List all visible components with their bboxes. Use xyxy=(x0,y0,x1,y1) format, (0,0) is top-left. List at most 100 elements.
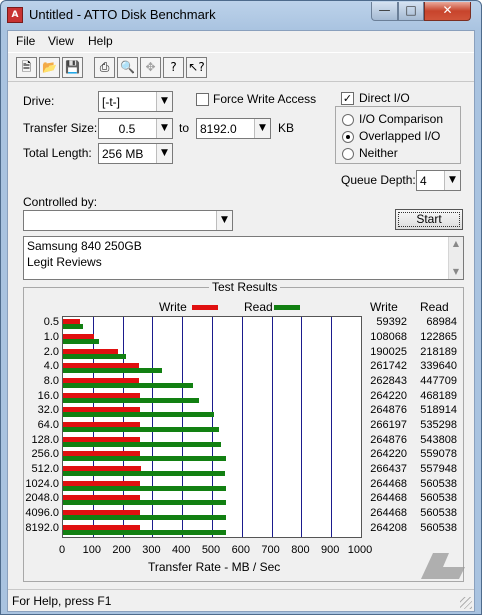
chevron-down-icon: ▼ xyxy=(254,119,270,138)
transfer-size-label: 0.5 xyxy=(43,316,59,329)
write-value: 264468 xyxy=(370,492,407,505)
status-text: For Help, press F1 xyxy=(12,594,112,608)
radio-neither[interactable] xyxy=(342,148,354,160)
scroll-down-icon[interactable]: ▼ xyxy=(449,265,463,279)
read-bar xyxy=(63,353,127,359)
controlled-by-select[interactable]: ▼ xyxy=(23,210,233,231)
read-value: 518914 xyxy=(420,404,457,417)
total-length-value: 256 MB xyxy=(102,147,144,161)
new-icon[interactable]: 🗎 xyxy=(16,57,37,78)
chevron-down-icon: ▼ xyxy=(156,144,172,163)
transfer-size-label: 512.0 xyxy=(31,463,59,475)
read-column-header: Read xyxy=(420,300,449,314)
queue-depth-select[interactable]: 4 ▼ xyxy=(416,170,461,191)
gridline xyxy=(242,317,243,537)
write-value: 264876 xyxy=(370,433,407,446)
read-value: 122865 xyxy=(420,331,457,343)
description-textarea[interactable]: Samsung 840 250GB Legit Reviews ▲ ▼ xyxy=(23,236,464,280)
test-results-title: Test Results xyxy=(209,280,281,294)
write-value: 266437 xyxy=(370,463,407,475)
read-value: 68984 xyxy=(426,316,457,329)
read-bar xyxy=(63,500,227,506)
transfer-from-value: 0.5 xyxy=(118,122,136,136)
write-value: 264468 xyxy=(370,477,407,490)
write-value: 264876 xyxy=(370,404,407,417)
print-icon[interactable]: ⎙ xyxy=(94,57,115,78)
title-bar[interactable]: A Untitled - ATTO Disk Benchmark — □ ✕ xyxy=(1,1,481,29)
atto-app-icon: A xyxy=(7,7,23,23)
total-length-select[interactable]: 256 MB ▼ xyxy=(98,143,173,164)
print-preview-icon[interactable]: 🔍 xyxy=(117,57,138,78)
gridline xyxy=(272,317,273,537)
read-value: 543808 xyxy=(420,433,457,446)
direct-io-checkbox[interactable]: ✓ xyxy=(341,92,354,105)
read-value: 560538 xyxy=(420,492,457,505)
read-bar xyxy=(63,529,227,535)
help-icon[interactable]: ? xyxy=(163,57,184,78)
x-tick-label: 700 xyxy=(261,544,280,556)
read-bar xyxy=(63,397,200,403)
gridline xyxy=(331,317,332,537)
controlled-by-label: Controlled by: xyxy=(23,195,98,209)
transfer-size-label: 16.0 xyxy=(37,389,59,402)
menu-help[interactable]: Help xyxy=(88,34,113,48)
menu-view[interactable]: View xyxy=(48,34,74,48)
read-bar xyxy=(63,412,214,418)
menu-file[interactable]: File xyxy=(16,34,35,48)
radio-overlapped-io[interactable] xyxy=(342,131,354,143)
transfer-size-to-select[interactable]: 8192.0 ▼ xyxy=(196,118,271,139)
menu-bar: File View Help xyxy=(8,31,474,51)
transfer-size-label: 32.0 xyxy=(37,404,59,417)
gridline xyxy=(301,317,302,537)
x-tick-label: 0 xyxy=(58,544,66,556)
chevron-down-icon: ▼ xyxy=(444,171,460,190)
client-area: File View Help 🗎 📂 💾 ⎙ 🔍 ✥ ? ↖? Drive: [… xyxy=(7,30,475,612)
transfer-size-label: 128.0 xyxy=(31,433,59,446)
chevron-down-icon: ▼ xyxy=(216,211,232,230)
write-value: 108068 xyxy=(370,331,407,343)
queue-depth-label: Queue Depth: xyxy=(341,173,416,187)
transfer-size-label: 64.0 xyxy=(37,419,59,431)
read-value: 468189 xyxy=(420,389,457,402)
description-line-2: Legit Reviews xyxy=(27,255,102,269)
read-legend-label: Read xyxy=(244,300,273,314)
drive-select[interactable]: [-t-] ▼ xyxy=(98,91,173,112)
context-help-icon[interactable]: ↖? xyxy=(186,57,207,78)
minimize-button[interactable]: — xyxy=(371,2,398,21)
write-value: 266197 xyxy=(370,419,407,431)
scroll-up-icon[interactable]: ▲ xyxy=(449,237,463,251)
save-icon[interactable]: 💾 xyxy=(62,57,83,78)
transfer-size-label: 8192.0 xyxy=(25,521,59,534)
transfer-size-from-select[interactable]: 0.5 ▼ xyxy=(98,118,173,139)
read-value: 339640 xyxy=(420,360,457,373)
transfer-size-label: 2.0 xyxy=(43,345,59,358)
resize-grip[interactable] xyxy=(460,597,472,609)
read-value: 447709 xyxy=(420,375,457,387)
write-value: 190025 xyxy=(370,345,407,358)
legit-reviews-logo xyxy=(421,553,465,579)
radio-io-comparison[interactable] xyxy=(342,114,354,126)
start-button[interactable]: Start xyxy=(395,209,463,230)
write-value: 262843 xyxy=(370,375,407,387)
write-value: 264220 xyxy=(370,448,407,461)
x-tick-label: 400 xyxy=(172,544,191,556)
open-icon[interactable]: 📂 xyxy=(39,57,60,78)
force-write-checkbox[interactable] xyxy=(196,93,209,106)
transfer-size-label: Transfer Size: xyxy=(23,121,98,135)
description-scrollbar[interactable]: ▲ ▼ xyxy=(448,237,463,279)
total-length-label: Total Length: xyxy=(23,146,92,160)
x-tick-label: 300 xyxy=(142,544,161,556)
write-value: 59392 xyxy=(376,316,407,329)
maximize-button[interactable]: □ xyxy=(398,2,424,21)
move-icon: ✥ xyxy=(140,57,161,78)
write-legend-label: Write xyxy=(159,300,187,314)
app-window: A Untitled - ATTO Disk Benchmark — □ ✕ F… xyxy=(0,0,482,615)
read-value: 559078 xyxy=(420,448,457,461)
close-button[interactable]: ✕ xyxy=(424,2,471,21)
queue-depth-value: 4 xyxy=(420,174,427,188)
write-value: 261742 xyxy=(370,360,407,373)
overlapped-io-label: Overlapped I/O xyxy=(359,129,441,143)
write-column-header: Write xyxy=(370,300,398,314)
transfer-size-label: 1.0 xyxy=(43,331,59,343)
read-value: 218189 xyxy=(420,345,457,358)
